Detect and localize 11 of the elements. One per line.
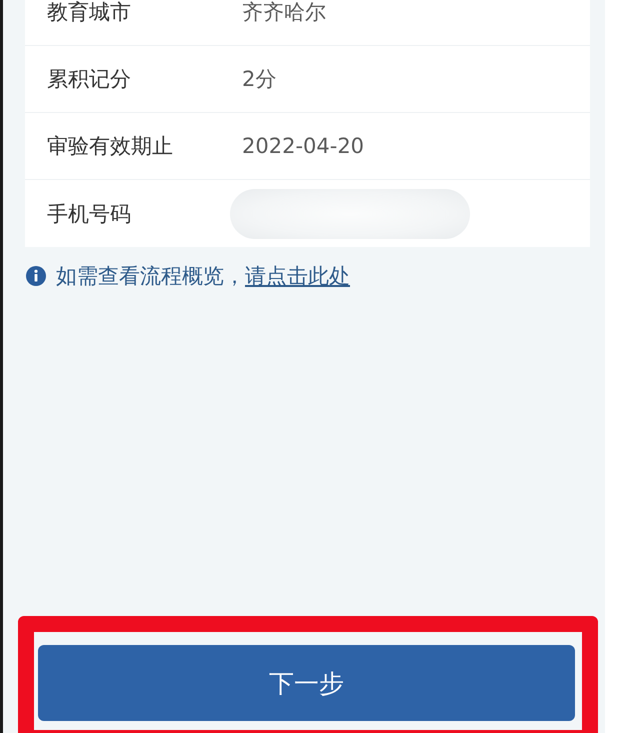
field-value: 2022-04-20 <box>242 134 364 158</box>
field-value: 2分 <box>242 66 276 93</box>
next-step-button[interactable]: 下一步 <box>38 645 575 721</box>
field-label: 累积记分 <box>47 66 132 93</box>
overview-link[interactable]: 请点击此处 <box>245 264 350 288</box>
field-label: 手机号码 <box>47 200 132 228</box>
info-icon <box>26 266 46 286</box>
field-label: 教育城市 <box>47 0 132 26</box>
notice-text: 如需查看流程概览，请点击此处 <box>56 263 350 289</box>
field-value: 齐齐哈尔 <box>242 0 326 26</box>
field-label: 审验有效期止 <box>47 133 174 160</box>
